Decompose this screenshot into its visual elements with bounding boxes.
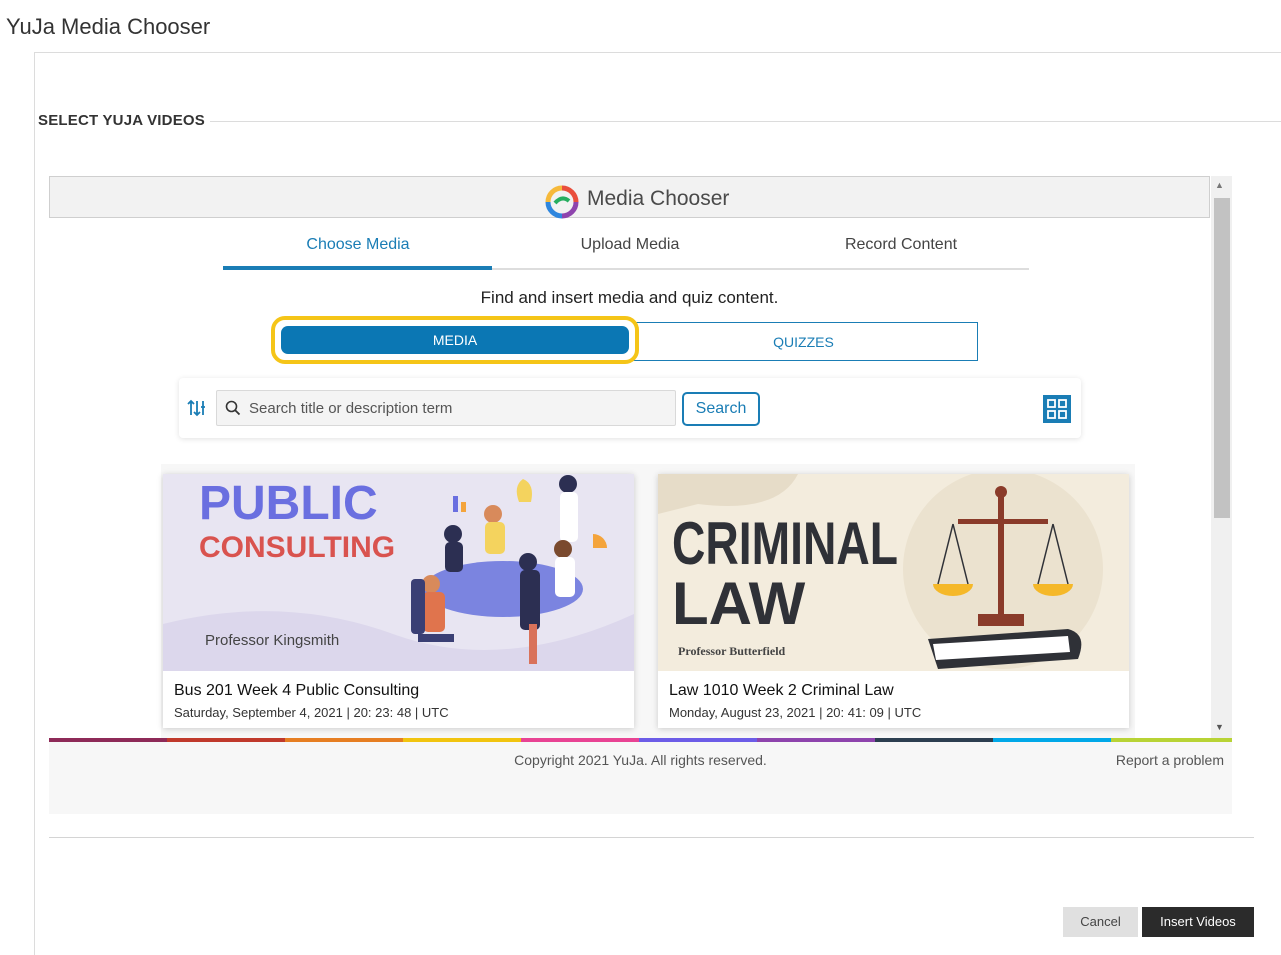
search-input[interactable]: [249, 391, 669, 425]
scroll-down-arrow-icon[interactable]: ▼: [1215, 722, 1224, 732]
media-card-title[interactable]: Law 1010 Week 2 Criminal Law: [669, 682, 894, 700]
insert-videos-button[interactable]: Insert Videos: [1142, 907, 1254, 937]
tab-choose-media[interactable]: Choose Media: [223, 236, 493, 254]
media-thumbnail[interactable]: CRIMINAL LAW Professor Butterfield: [658, 474, 1129, 671]
page-title: YuJa Media Chooser: [6, 14, 211, 39]
media-thumbnail[interactable]: PUBLIC CONSULTING Professor Kingsmith: [163, 474, 634, 671]
media-chooser-frame: Media Chooser ▲ ▼ Choose Media Upload Me…: [49, 176, 1232, 814]
chooser-subtitle: Find and insert media and quiz content.: [480, 288, 779, 307]
thumb-instructor: Professor Kingsmith: [205, 632, 339, 649]
copyright-text: Copyright 2021 YuJa. All rights reserved…: [514, 752, 767, 768]
thumb-line2: CONSULTING: [199, 531, 395, 564]
yuja-logo-icon: [545, 185, 579, 219]
section-label: SELECT YUJA VIDEOS: [38, 112, 205, 129]
chooser-title: Media Chooser: [587, 187, 730, 210]
tab-upload-media[interactable]: Upload Media: [495, 236, 765, 254]
cancel-button[interactable]: Cancel: [1063, 907, 1138, 937]
scrollbar-thumb[interactable]: [1214, 198, 1230, 518]
thumb-line2: LAW: [672, 570, 806, 637]
media-card[interactable]: PUBLIC CONSULTING Professor Kingsmith Bu…: [163, 474, 634, 728]
media-card-date: Saturday, September 4, 2021 | 20: 23: 48…: [174, 705, 449, 720]
public-consulting-illustration: PUBLIC CONSULTING Professor Kingsmith: [163, 474, 634, 671]
thumb-line1: CRIMINAL: [672, 510, 898, 577]
search-field: [216, 390, 676, 426]
magnifier-icon: [225, 400, 241, 416]
chooser-footer: Copyright 2021 YuJa. All rights reserved…: [49, 742, 1232, 814]
report-problem-link[interactable]: Report a problem: [1116, 752, 1224, 768]
quizzes-segment-button[interactable]: QUIZZES: [629, 322, 978, 361]
divider: [34, 53, 35, 955]
sort-filter-icon[interactable]: [187, 398, 207, 418]
grid-view-icon[interactable]: [1043, 395, 1071, 423]
search-toolbar: Search: [179, 378, 1081, 438]
thumb-instructor: Professor Butterfield: [678, 644, 786, 658]
media-segment-button[interactable]: MEDIA: [281, 326, 629, 354]
divider: [34, 52, 1281, 53]
tab-record-content[interactable]: Record Content: [766, 236, 1036, 254]
criminal-law-illustration: CRIMINAL LAW Professor Butterfield: [658, 474, 1129, 671]
media-card-title[interactable]: Bus 201 Week 4 Public Consulting: [174, 682, 419, 700]
scroll-up-arrow-icon[interactable]: ▲: [1215, 180, 1224, 190]
tab-active-indicator: [223, 266, 492, 270]
thumb-line1: PUBLIC: [199, 477, 378, 530]
media-card-date: Monday, August 23, 2021 | 20: 41: 09 | U…: [669, 705, 922, 720]
search-button[interactable]: Search: [682, 392, 760, 426]
divider: [49, 837, 1254, 838]
divider: [210, 121, 1281, 122]
chooser-header: Media Chooser: [49, 176, 1210, 219]
media-card[interactable]: CRIMINAL LAW Professor Butterfield Law 1…: [658, 474, 1129, 728]
